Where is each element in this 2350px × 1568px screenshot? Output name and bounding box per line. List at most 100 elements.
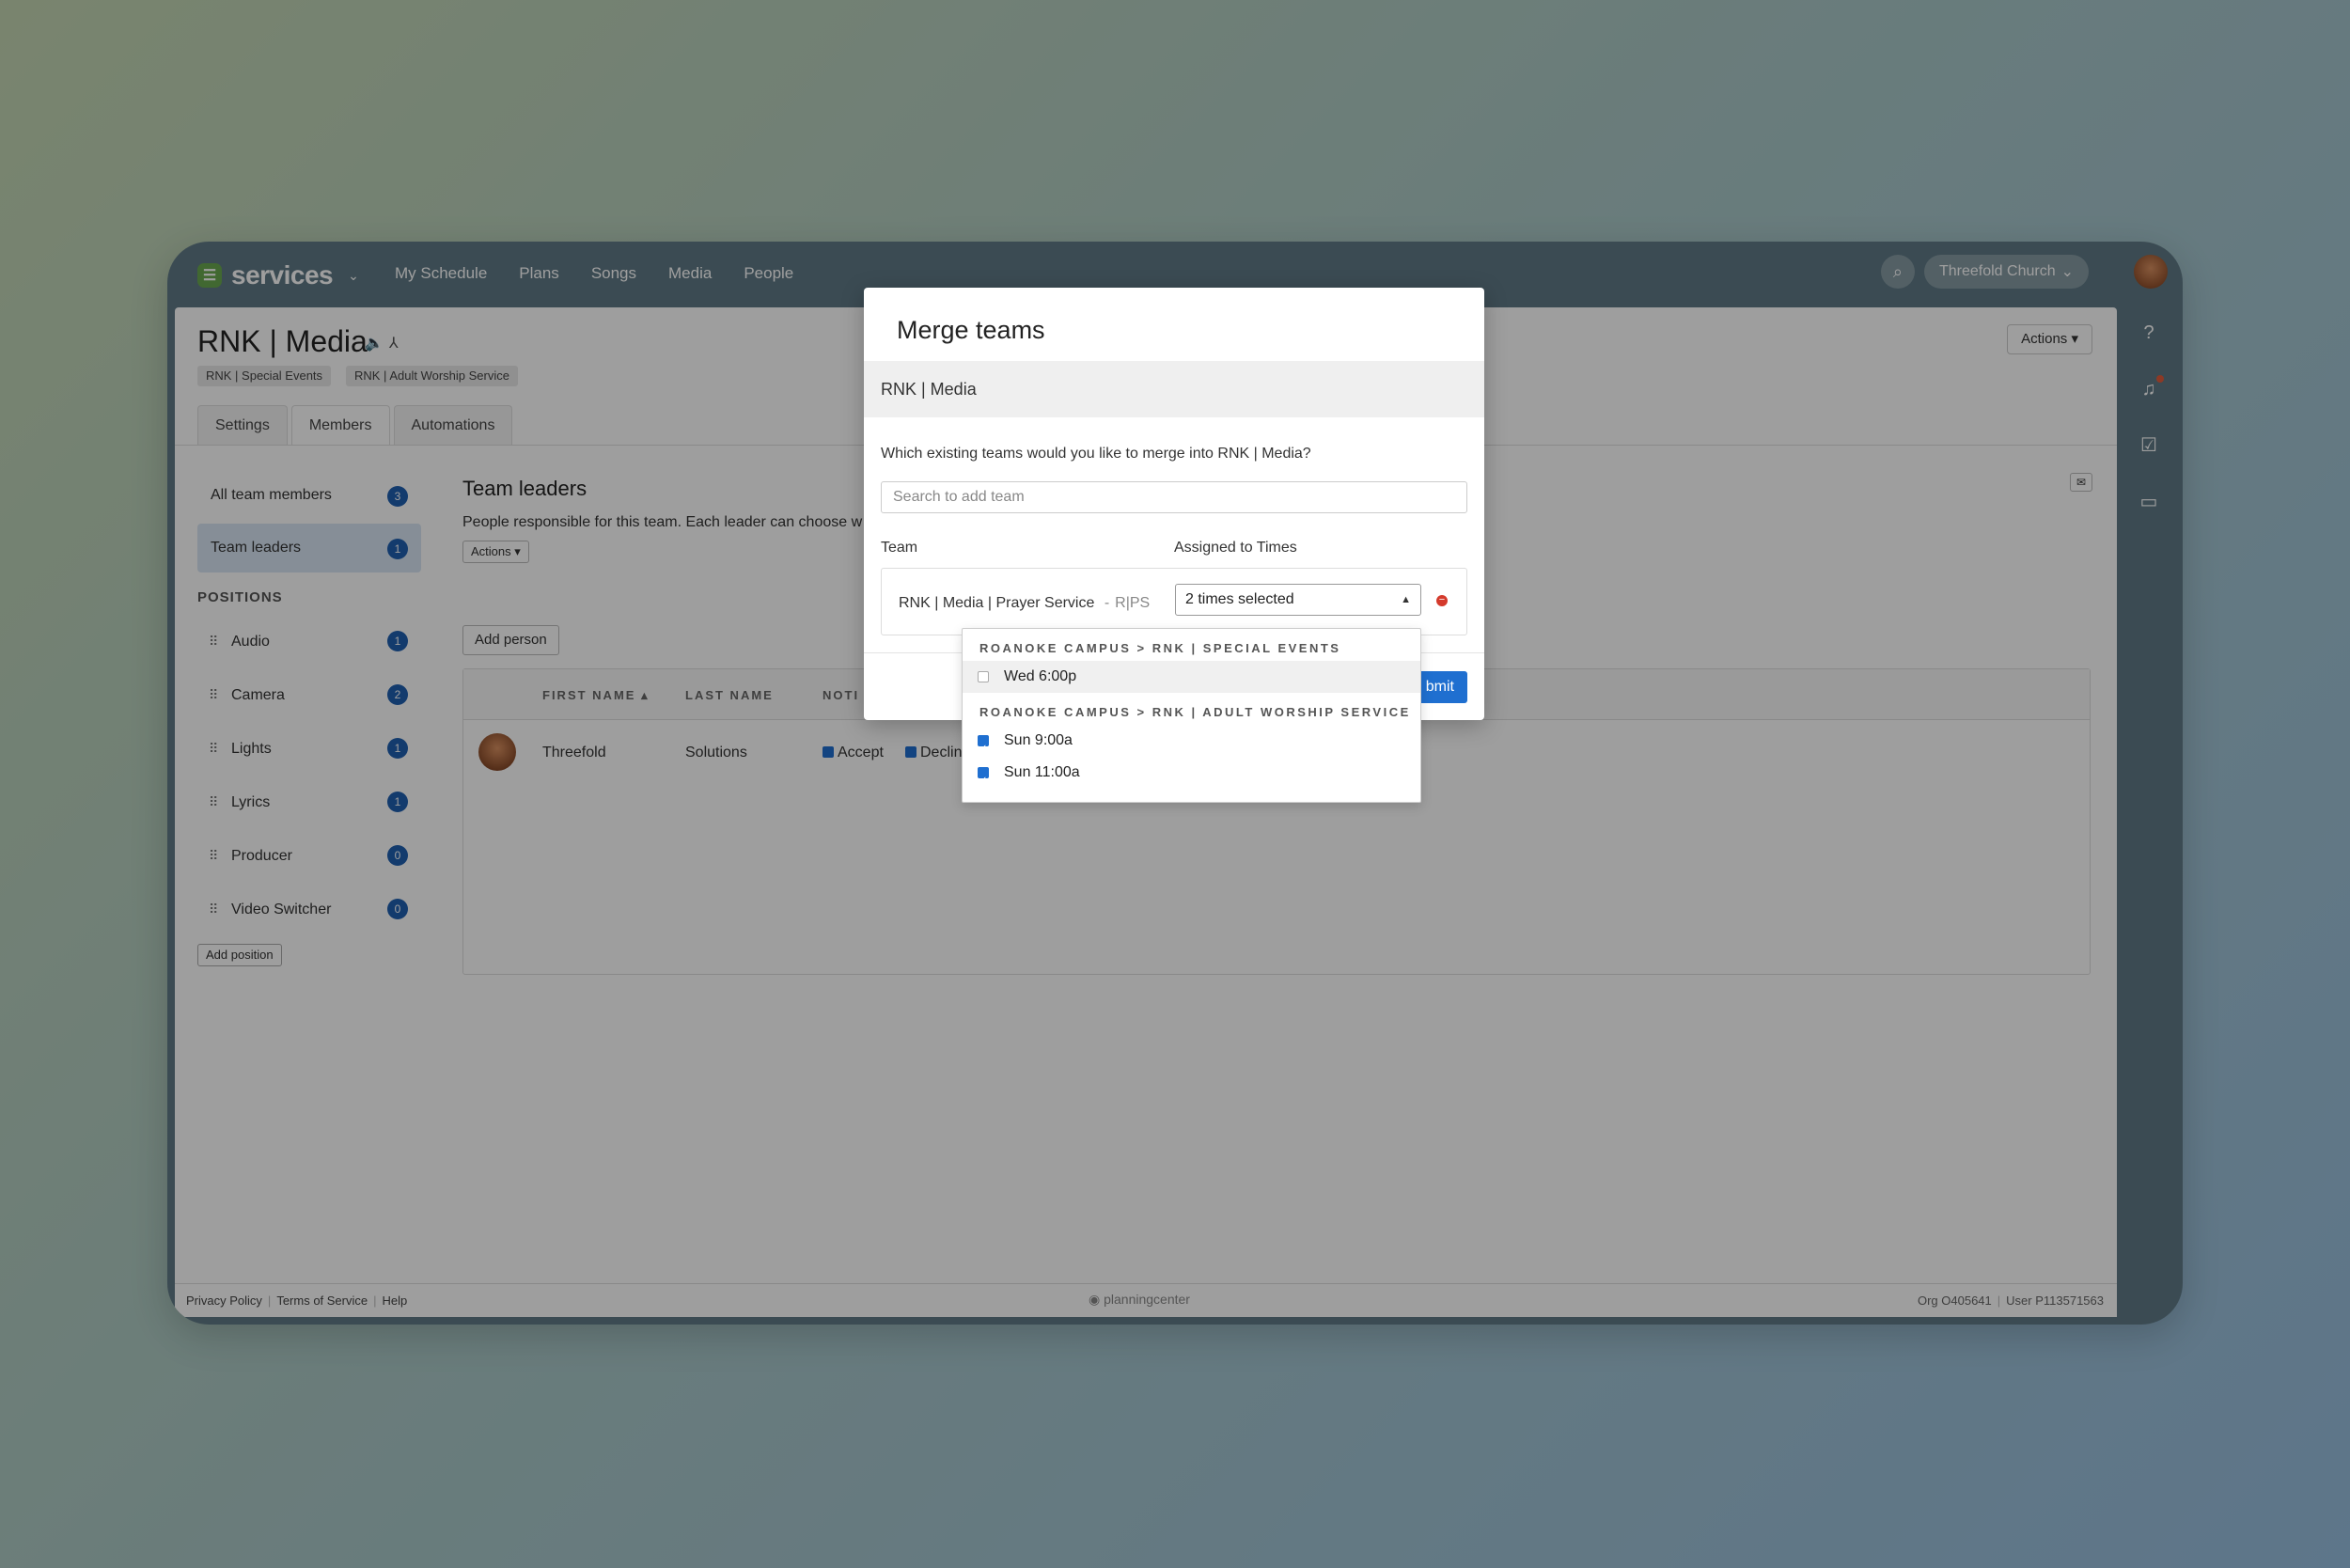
checkbox-label: Declin: [920, 745, 963, 760]
checkbox-icon: [978, 671, 989, 682]
members-sidebar: All team members 3 Team leaders 1 POSITION…: [197, 471, 421, 966]
last-name-cell: Solutions: [685, 745, 747, 760]
avatar: [478, 733, 516, 771]
nav-media[interactable]: Media: [668, 264, 712, 283]
position-producer[interactable]: ⠿ Producer 0: [197, 829, 421, 883]
col-last-name[interactable]: LAST NAME: [685, 688, 774, 702]
team-icons: 🔈⅄: [365, 334, 404, 353]
search-icon[interactable]: ⌕: [1880, 255, 1915, 289]
notify-decline-checkbox[interactable]: Declin: [905, 745, 962, 761]
col-first-name[interactable]: FIRST NAME ▴: [542, 688, 650, 703]
notify-accept-checkbox[interactable]: Accept: [822, 745, 884, 761]
times-select[interactable]: 2 times selected ▲: [1175, 584, 1421, 616]
col-notify[interactable]: NOTI: [822, 688, 859, 702]
checkbox-label: Accept: [838, 745, 884, 760]
planning-center-logo: ◉ planningcenter: [1089, 1292, 1190, 1308]
envelope-icon[interactable]: ✉: [2070, 473, 2092, 492]
add-position-button[interactable]: Add position: [197, 944, 282, 966]
count-badge: 1: [387, 631, 408, 651]
notification-dot: [2156, 375, 2164, 383]
position-lyrics[interactable]: ⠿ Lyrics 1: [197, 776, 421, 829]
count-badge: 1: [387, 792, 408, 812]
col-team-label: Team: [881, 540, 918, 556]
checkbox-checked-icon: [978, 733, 989, 765]
tab-members[interactable]: Members: [290, 405, 390, 445]
nav-people[interactable]: People: [744, 264, 793, 283]
remove-icon[interactable]: −: [1436, 595, 1448, 606]
pc-logo-text: planningcenter: [1104, 1292, 1190, 1307]
position-audio[interactable]: ⠿ Audio 1: [197, 615, 421, 668]
page-actions-button[interactable]: Actions ▾: [2007, 324, 2092, 354]
user-avatar[interactable]: [2134, 255, 2168, 289]
col-label: FIRST NAME: [542, 688, 636, 702]
sidebar-item-label: Team leaders: [211, 540, 302, 556]
drag-handle-icon[interactable]: ⠿: [209, 615, 218, 668]
checkbox-icon: [822, 746, 834, 758]
positions-heading: POSITIONS: [197, 589, 283, 605]
checkbox-icon: [905, 746, 916, 758]
privacy-policy-link[interactable]: Privacy Policy: [186, 1294, 262, 1308]
count-badge: 0: [387, 845, 408, 866]
time-option[interactable]: Sun 9:00a: [963, 725, 1420, 765]
modal-title: Merge teams: [897, 316, 1045, 344]
position-label: Lyrics: [231, 794, 271, 810]
section-actions-button[interactable]: Actions ▾: [462, 541, 529, 563]
clipboard-icon[interactable]: ☑: [2137, 433, 2161, 458]
sidebar-item-team-leaders[interactable]: Team leaders 1: [197, 524, 421, 572]
tab-automations[interactable]: Automations: [393, 405, 513, 445]
dropdown-group-heading: ROANOKE CAMPUS > RNK | ADULT WORSHIP SER…: [979, 705, 1411, 719]
actions-label: Actions: [471, 544, 511, 558]
time-option[interactable]: Sun 11:00a: [963, 757, 1420, 797]
team-search-input[interactable]: Search to add team: [881, 481, 1467, 513]
option-label: Sun 11:00a: [1004, 764, 1080, 780]
drag-handle-icon[interactable]: ⠿: [209, 776, 218, 829]
terms-link[interactable]: Terms of Service: [276, 1294, 368, 1308]
add-person-button[interactable]: Add person: [462, 625, 559, 655]
help-icon[interactable]: ?: [2137, 321, 2161, 345]
user-id: User P113571563: [2006, 1294, 2104, 1308]
page-tabs: Settings Members Automations: [197, 405, 513, 445]
top-right-controls: ⌕ Threefold Church ⌄: [1880, 255, 2089, 289]
position-label: Video Switcher: [231, 902, 332, 917]
drag-handle-icon[interactable]: ⠿: [209, 829, 218, 883]
nav-songs[interactable]: Songs: [591, 264, 636, 283]
nav-my-schedule[interactable]: My Schedule: [395, 264, 487, 283]
dropdown-group-heading: ROANOKE CAMPUS > RNK | SPECIAL EVENTS: [979, 641, 1341, 655]
drag-handle-icon[interactable]: ⠿: [209, 668, 218, 722]
col-times-label: Assigned to Times: [1174, 540, 1297, 556]
pc-logo-icon: ◉: [1089, 1292, 1101, 1307]
divider: |: [267, 1294, 272, 1308]
chat-icon[interactable]: ▭: [2137, 490, 2161, 514]
services-logo-icon: ☰: [197, 263, 222, 288]
count-badge: 0: [387, 899, 408, 919]
tab-settings[interactable]: Settings: [197, 405, 288, 445]
sidebar-item-all-members[interactable]: All team members 3: [197, 471, 421, 520]
position-label: Audio: [231, 634, 270, 650]
first-name-cell: Threefold: [542, 745, 606, 760]
separator: -: [1104, 595, 1110, 611]
times-value: 2 times selected: [1185, 591, 1294, 607]
org-name: Threefold Church: [1938, 263, 2056, 279]
divider: |: [1997, 1294, 2001, 1308]
drag-handle-icon[interactable]: ⠿: [209, 883, 218, 936]
service-type-tag[interactable]: RNK | Special Events: [197, 366, 332, 386]
section-description: People responsible for this team. Each l…: [462, 514, 863, 530]
team-abbr: R|PS: [1115, 595, 1151, 611]
time-option[interactable]: Wed 6:00p: [963, 661, 1420, 693]
speaker-icon: 🔈: [365, 336, 389, 352]
merge-team-name: RNK | Media | Prayer Service - R|PS: [899, 595, 1150, 612]
org-switcher[interactable]: Threefold Church ⌄: [1923, 255, 2089, 289]
nav-plans[interactable]: Plans: [519, 264, 559, 283]
position-camera[interactable]: ⠿ Camera 2: [197, 668, 421, 722]
app-switcher[interactable]: ☰ services ⌄: [197, 260, 359, 290]
position-lights[interactable]: ⠿ Lights 1: [197, 722, 421, 776]
drag-handle-icon[interactable]: ⠿: [209, 722, 218, 776]
bell-icon[interactable]: ♫: [2137, 375, 2164, 401]
position-video-switcher[interactable]: ⠿ Video Switcher 0: [197, 883, 421, 936]
service-type-tag[interactable]: RNK | Adult Worship Service: [346, 366, 518, 386]
page-title: RNK | Media: [197, 324, 368, 358]
help-link[interactable]: Help: [383, 1294, 408, 1308]
caret-up-icon: ▲: [1401, 594, 1411, 605]
chevron-down-icon: ⌄: [348, 267, 359, 283]
page-footer: Privacy Policy | Terms of Service | Help ◉ p…: [175, 1283, 2117, 1317]
